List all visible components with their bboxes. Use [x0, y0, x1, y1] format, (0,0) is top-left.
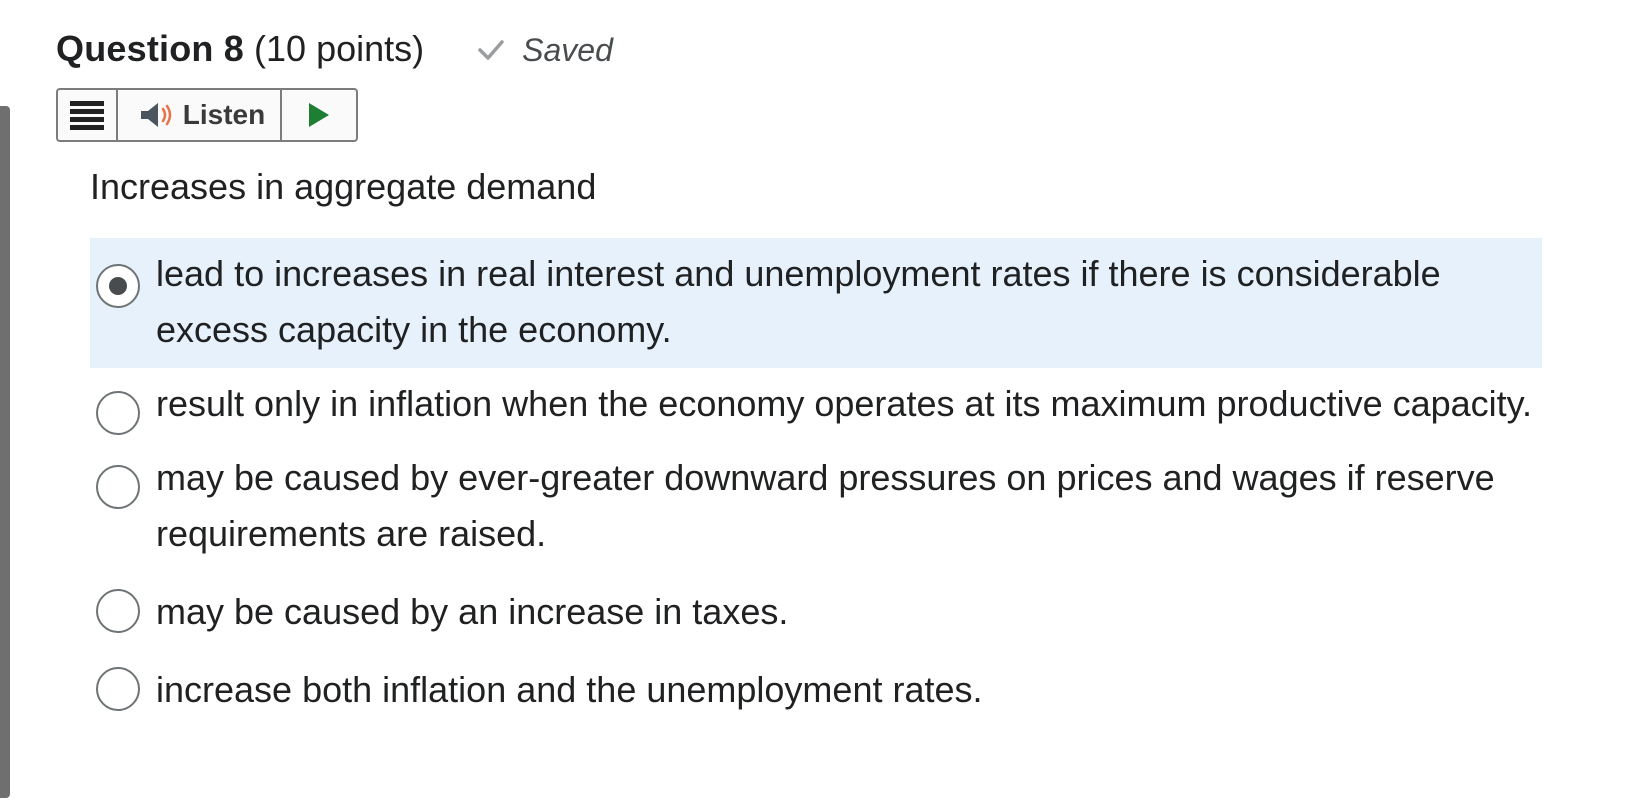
answer-option[interactable]: increase both inflation and the unemploy… — [90, 654, 1542, 728]
read-aloud-toolbar: Listen — [56, 88, 358, 142]
quiz-page: Question 8 (10 points) Saved Listen Incr… — [0, 0, 1646, 804]
radio-button[interactable] — [96, 667, 140, 711]
checkmark-icon — [478, 40, 504, 60]
hamburger-menu-icon — [70, 101, 104, 130]
question-title: Question 8 — [56, 28, 245, 69]
answer-option[interactable]: may be caused by ever-greater downward p… — [90, 442, 1542, 572]
left-scroll-indicator — [0, 106, 10, 798]
answer-option[interactable]: result only in inflation when the econom… — [90, 368, 1542, 442]
radio-button[interactable] — [96, 589, 140, 633]
answer-option-text: may be caused by ever-greater downward p… — [156, 457, 1495, 554]
question-prompt: Increases in aggregate demand — [90, 166, 597, 207]
toolbar-menu-button[interactable] — [58, 90, 118, 140]
answer-option-text: increase both inflation and the unemploy… — [156, 669, 983, 710]
question-points: (10 points) — [254, 28, 425, 69]
radio-selected-dot — [109, 277, 127, 295]
answer-option-text: lead to increases in real interest and u… — [156, 253, 1441, 350]
radio-button[interactable] — [96, 391, 140, 435]
answer-option-text: may be caused by an increase in taxes. — [156, 591, 789, 632]
saved-label: Saved — [522, 31, 613, 68]
question-header: Question 8 (10 points) Saved — [56, 24, 613, 74]
play-button[interactable] — [282, 90, 356, 140]
speaker-icon — [140, 103, 172, 127]
saved-status: Saved — [476, 32, 613, 69]
radio-button[interactable] — [96, 264, 140, 308]
answer-option-text: result only in inflation when the econom… — [156, 383, 1532, 424]
radio-button[interactable] — [96, 465, 140, 509]
listen-label: Listen — [182, 99, 266, 130]
listen-button[interactable]: Listen — [118, 90, 282, 140]
play-icon — [309, 103, 329, 127]
answer-options: lead to increases in real interest and u… — [90, 238, 1542, 732]
answer-option[interactable]: may be caused by an increase in taxes. — [90, 576, 1542, 650]
answer-option[interactable]: lead to increases in real interest and u… — [90, 238, 1542, 368]
